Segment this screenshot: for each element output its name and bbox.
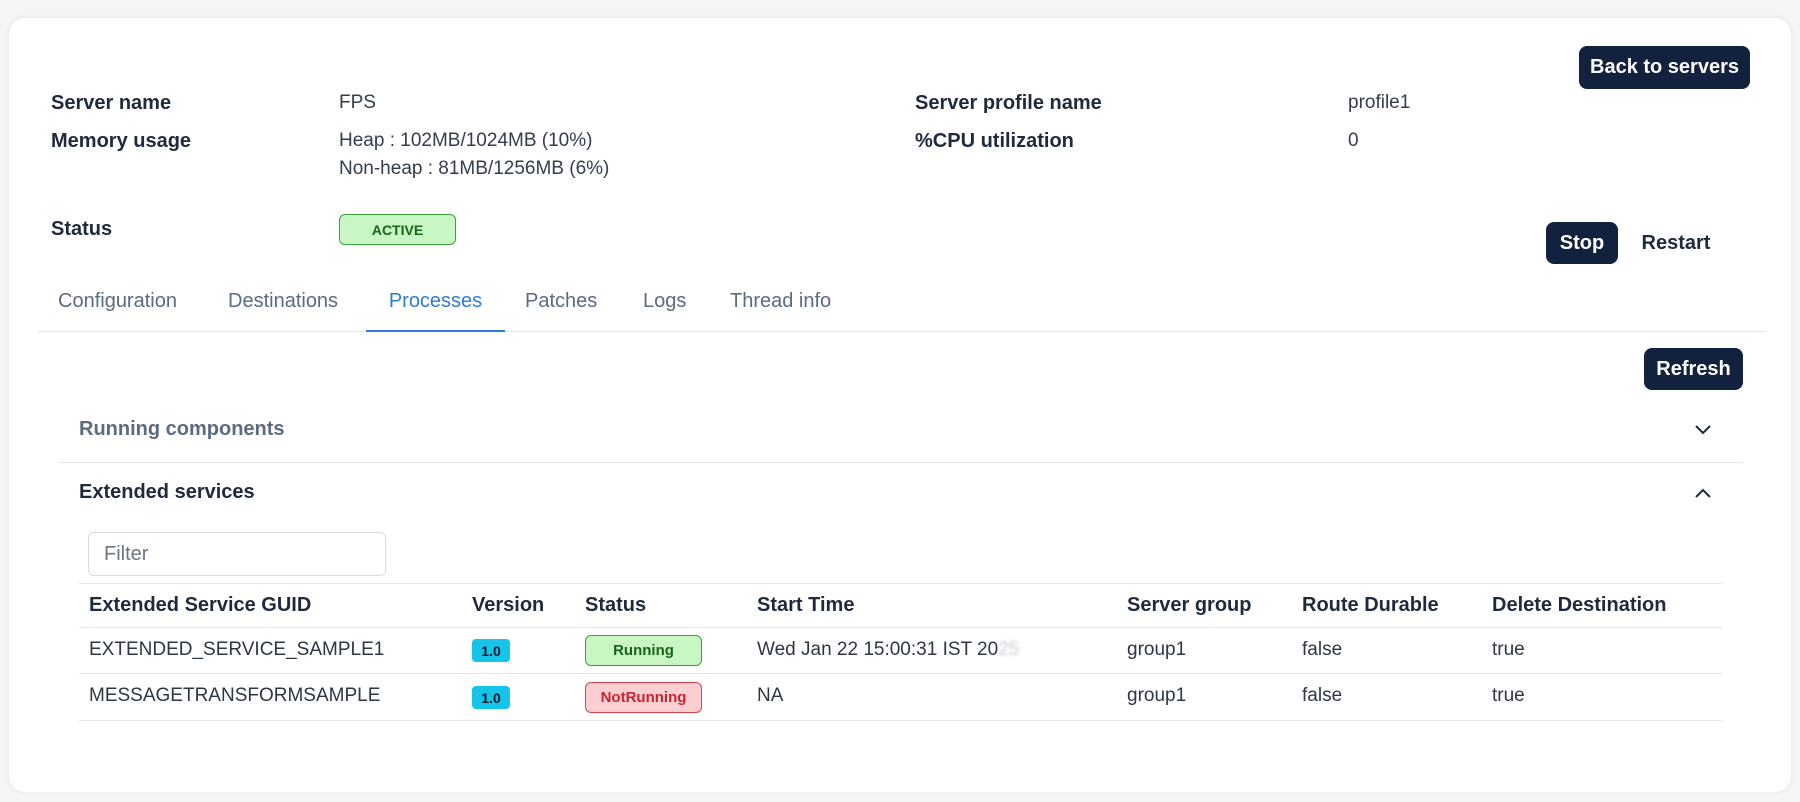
table-header-border: [79, 627, 1722, 628]
restart-button[interactable]: Restart: [1630, 222, 1722, 264]
server-name-label: Server name: [51, 92, 172, 114]
extended-services-title[interactable]: Extended services: [79, 481, 255, 504]
column-header-delete-destination: Delete Destination: [1492, 594, 1667, 616]
row-divider: [79, 673, 1722, 674]
server-profile-value: profile1: [1348, 92, 1411, 113]
section-divider: [59, 462, 1743, 463]
stop-button[interactable]: Stop: [1546, 222, 1618, 264]
column-header-guid: Extended Service GUID: [89, 594, 312, 616]
column-header-route-durable: Route Durable: [1302, 594, 1439, 616]
table-bottom-border: [79, 720, 1722, 721]
tab-destinations[interactable]: Destinations: [228, 280, 338, 332]
cell-guid: MESSAGETRANSFORMSAMPLE: [89, 685, 381, 706]
cpu-utilization-label: %CPU utilization: [915, 130, 1074, 152]
cell-route-durable: false: [1302, 685, 1343, 706]
memory-nonheap-value: Non-heap : 81MB/1256MB (6%): [339, 158, 610, 179]
server-details-card: [9, 18, 1791, 792]
cell-delete-destination: true: [1492, 685, 1525, 706]
server-profile-label: Server profile name: [915, 92, 1102, 114]
chevron-down-icon[interactable]: [1693, 420, 1713, 440]
cell-server-group: group1: [1127, 685, 1187, 706]
status-running-badge: Running: [585, 635, 702, 666]
table-top-border: [79, 583, 1722, 584]
column-header-start-time: Start Time: [757, 594, 855, 616]
memory-usage-label: Memory usage: [51, 130, 192, 152]
cpu-utilization-value: 0: [1348, 130, 1359, 151]
filter-input[interactable]: [88, 532, 386, 576]
column-header-status: Status: [585, 594, 647, 616]
refresh-button[interactable]: Refresh: [1644, 348, 1743, 390]
cell-route-durable: false: [1302, 639, 1343, 660]
server-name-value: FPS: [339, 92, 376, 113]
chevron-up-icon[interactable]: [1693, 483, 1713, 503]
cell-start-time: Wed Jan 22 15:00:31 IST 2025: [757, 639, 1020, 660]
column-header-server-group: Server group: [1127, 594, 1252, 616]
back-to-servers-button[interactable]: Back to servers: [1579, 46, 1750, 89]
memory-heap-value: Heap : 102MB/1024MB (10%): [339, 130, 593, 151]
status-badge: ACTIVE: [339, 214, 456, 245]
tab-patches[interactable]: Patches: [525, 280, 597, 332]
cell-delete-destination: true: [1492, 639, 1525, 660]
status-label: Status: [51, 218, 113, 240]
cell-start-time: NA: [757, 685, 784, 706]
tab-thread-info[interactable]: Thread info: [730, 280, 831, 332]
tab-logs[interactable]: Logs: [643, 280, 686, 332]
cell-guid: EXTENDED_SERVICE_SAMPLE1: [89, 639, 385, 660]
tab-processes[interactable]: Processes: [366, 280, 505, 332]
column-header-version: Version: [472, 594, 545, 616]
cell-server-group: group1: [1127, 639, 1187, 660]
status-notrunning-badge: NotRunning: [585, 682, 702, 713]
version-badge: 1.0: [472, 639, 510, 662]
tab-bar: Configuration Destinations Processes Pat…: [37, 280, 1765, 332]
running-components-title[interactable]: Running components: [79, 418, 285, 441]
tab-configuration[interactable]: Configuration: [58, 280, 177, 332]
version-badge: 1.0: [472, 686, 510, 709]
